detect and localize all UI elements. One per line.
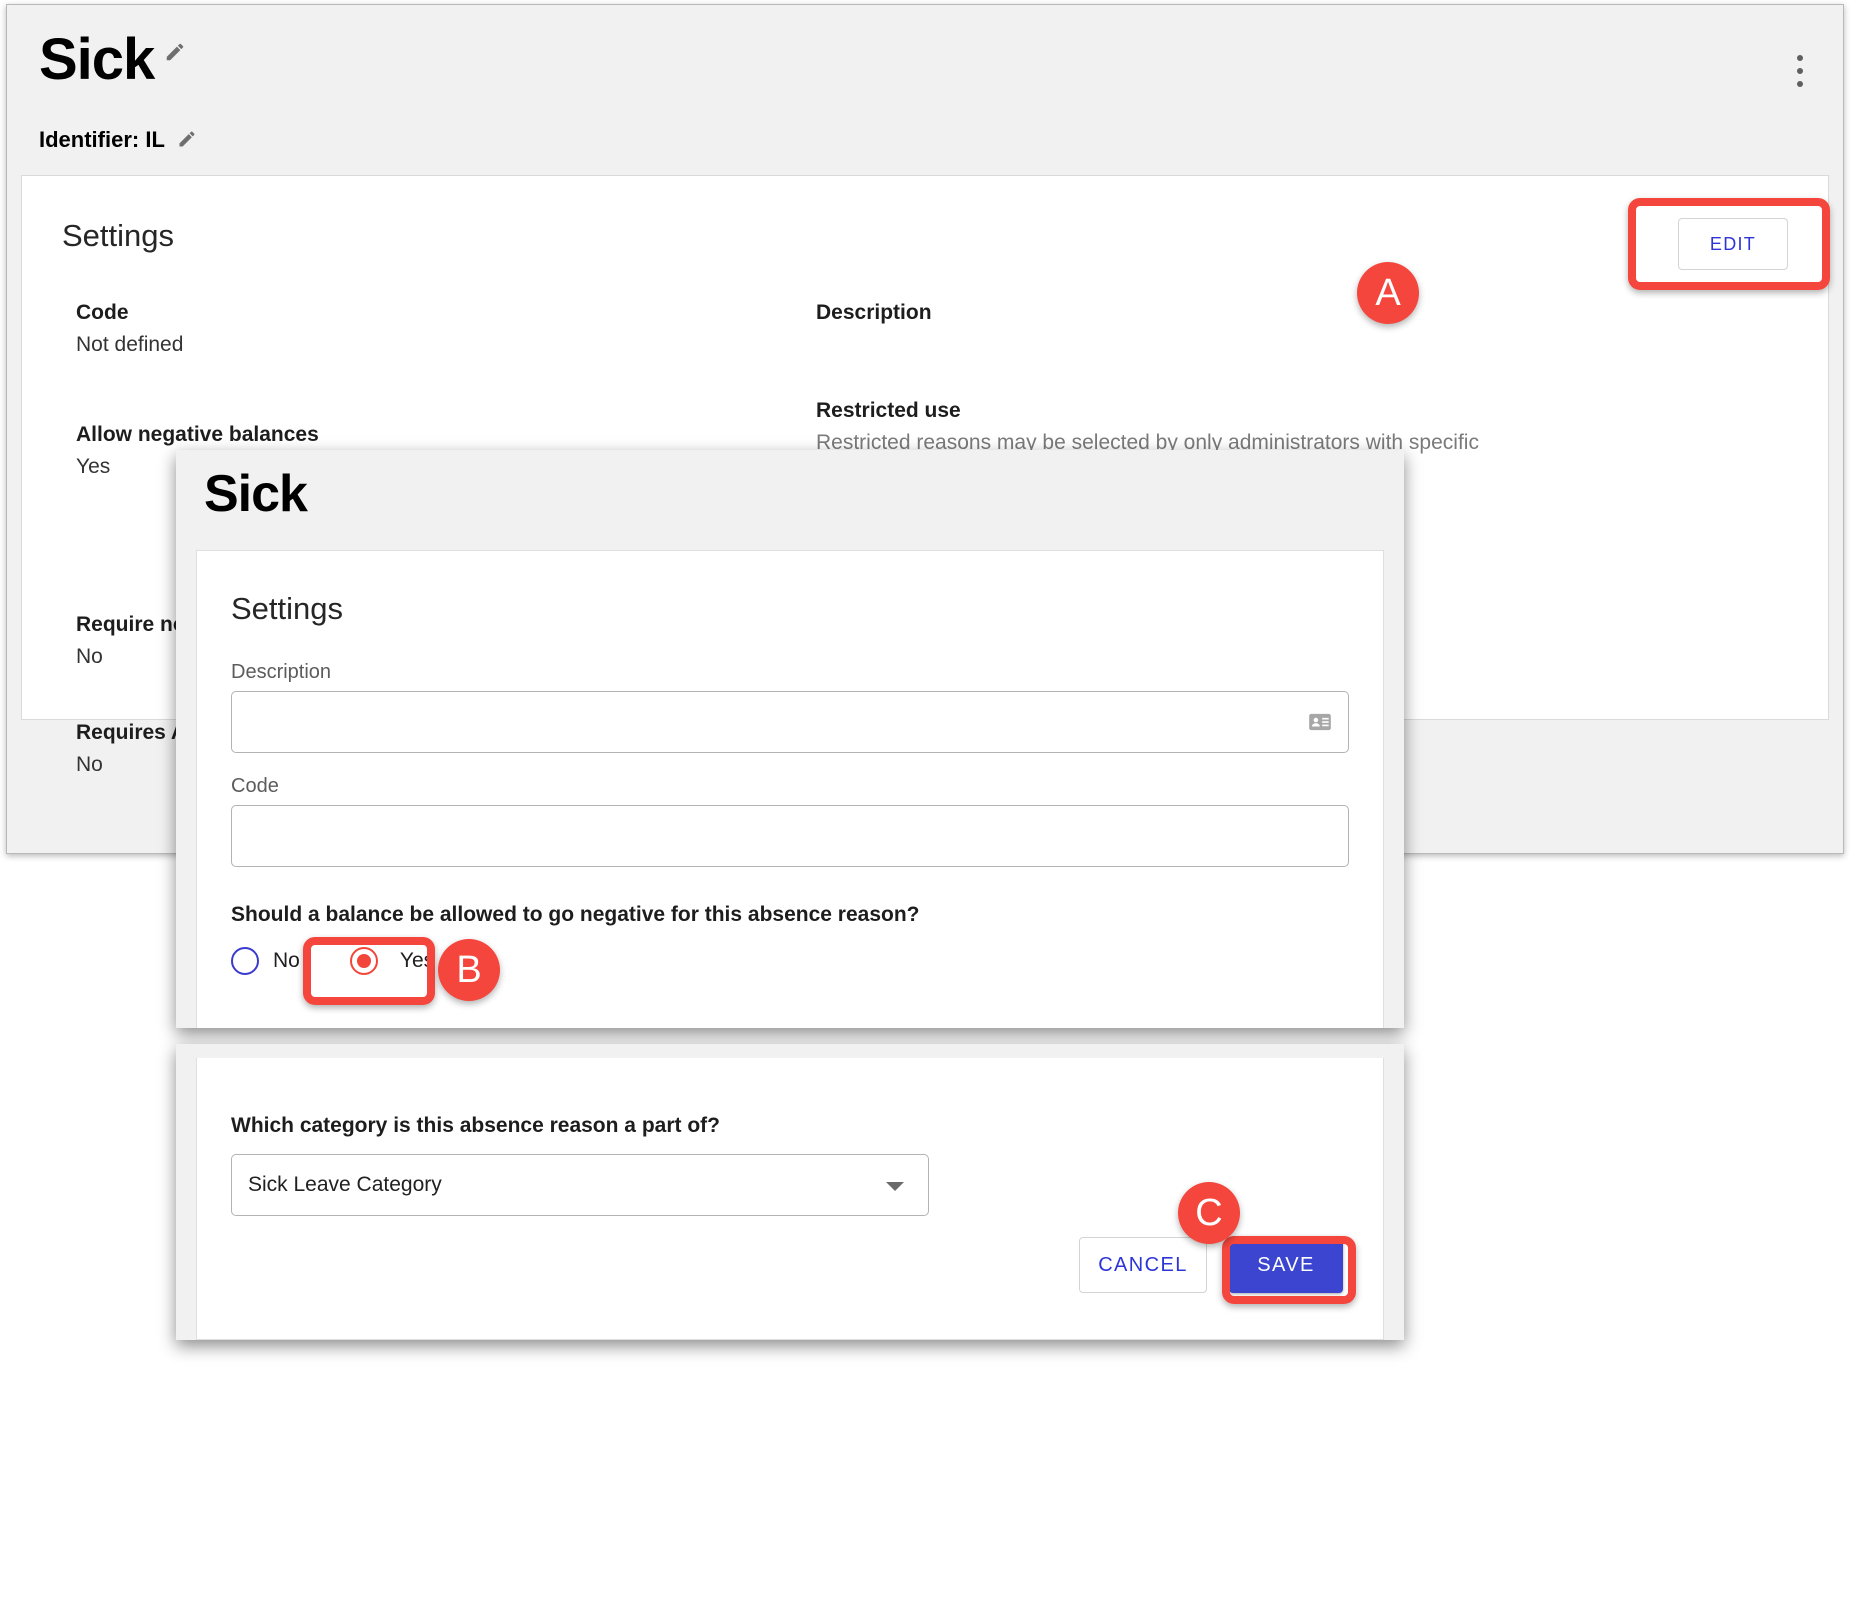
radio-option-no[interactable]: No bbox=[231, 947, 300, 975]
field-label: Code bbox=[76, 301, 129, 324]
dialog-form: Description Code Should a balance be all… bbox=[231, 661, 1349, 975]
field-label: Description bbox=[816, 301, 932, 324]
field-restricted-use: Restricted use Restricted reasons may be… bbox=[816, 399, 1776, 455]
cancel-button[interactable]: CANCEL bbox=[1079, 1237, 1207, 1293]
field-label: Restricted use bbox=[816, 399, 961, 422]
category-select[interactable]: Sick Leave Category bbox=[231, 1154, 929, 1216]
field-label: Allow negative balances bbox=[76, 423, 319, 446]
dialog-title: Sick bbox=[204, 465, 308, 523]
category-field-group: Which category is this absence reason a … bbox=[231, 1114, 929, 1216]
dialog-body: Settings Description Code Should a balan… bbox=[196, 550, 1384, 1028]
field-description: Description bbox=[816, 301, 1776, 325]
radio-label: No bbox=[273, 949, 300, 972]
radio-label: Yes bbox=[399, 949, 435, 972]
code-label: Code bbox=[231, 775, 279, 797]
settings-card-title: Settings bbox=[62, 218, 175, 253]
edit-button[interactable]: EDIT bbox=[1678, 218, 1788, 270]
description-field-group: Description bbox=[231, 661, 1349, 753]
edit-identifier-pencil-icon[interactable] bbox=[177, 129, 199, 151]
description-input[interactable] bbox=[231, 691, 1349, 753]
category-select-value: Sick Leave Category bbox=[248, 1173, 442, 1196]
edit-name-pencil-icon[interactable] bbox=[164, 41, 186, 63]
category-question: Which category is this absence reason a … bbox=[231, 1114, 720, 1137]
page-title-row: Sick bbox=[39, 31, 186, 89]
identifier-label: Identifier: IL bbox=[39, 127, 165, 152]
negative-balance-question: Should a balance be allowed to go negati… bbox=[231, 903, 920, 926]
dialog-action-bar: CANCEL SAVE bbox=[1079, 1237, 1343, 1293]
negative-balance-radio-group: No Yes bbox=[231, 947, 1349, 975]
field-value: Not defined bbox=[76, 333, 184, 356]
save-button[interactable]: SAVE bbox=[1229, 1237, 1343, 1293]
radio-option-yes[interactable]: Yes bbox=[349, 947, 435, 975]
code-field-group: Code bbox=[231, 775, 1349, 867]
identifier-row: Identifier: IL bbox=[39, 127, 199, 153]
chevron-down-icon bbox=[886, 1182, 904, 1191]
dialog-body-lower: Which category is this absence reason a … bbox=[196, 1058, 1384, 1340]
dialog-section-title: Settings bbox=[231, 591, 344, 626]
code-input[interactable] bbox=[231, 805, 1349, 867]
radio-circle-selected-icon bbox=[349, 947, 378, 975]
page-title: Sick bbox=[39, 27, 155, 92]
radio-circle-icon bbox=[231, 947, 259, 975]
page-header: Sick Identifier: IL bbox=[7, 5, 1843, 203]
code-input-wrap bbox=[231, 805, 1349, 867]
edit-absence-reason-dialog-top: Sick Settings Description Code Should a … bbox=[176, 450, 1404, 1028]
description-label: Description bbox=[231, 661, 332, 683]
kebab-dot bbox=[1797, 68, 1803, 74]
dialog-header: Sick bbox=[176, 450, 1404, 555]
field-code: Code Not defined bbox=[76, 301, 776, 357]
kebab-dot bbox=[1797, 81, 1803, 87]
kebab-menu-icon[interactable] bbox=[1785, 51, 1815, 91]
kebab-dot bbox=[1797, 55, 1803, 61]
edit-absence-reason-dialog-bottom: Which category is this absence reason a … bbox=[176, 1044, 1404, 1340]
description-input-wrap bbox=[231, 691, 1349, 753]
